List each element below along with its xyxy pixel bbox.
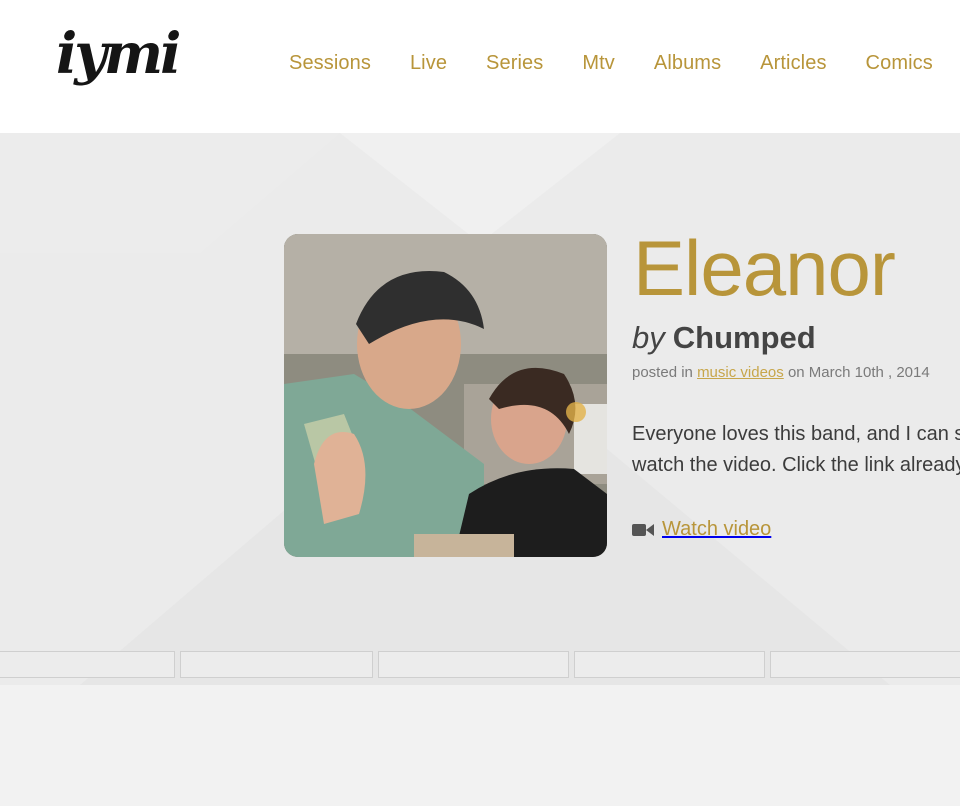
nav-item-series[interactable]: Series <box>486 52 543 75</box>
thumbnail-slot[interactable] <box>770 651 960 678</box>
nav-item-articles[interactable]: Articles <box>760 52 826 75</box>
nav-item-live[interactable]: Live <box>410 52 447 75</box>
thumbnail-slot[interactable] <box>180 651 373 678</box>
description-line: Everyone loves this band, and I can se <box>632 423 960 445</box>
post-title[interactable]: Eleanor <box>633 229 896 307</box>
nav-item-comics[interactable]: Comics <box>866 52 933 75</box>
post-meta: posted in music videos on March 10th , 2… <box>632 364 930 381</box>
thumbnail-strip <box>0 651 960 678</box>
site-logo[interactable]: iymi <box>56 26 181 82</box>
by-label: by <box>632 320 665 355</box>
main-nav: Sessions Live Series Mtv Albums Articles… <box>289 52 960 75</box>
nav-item-sessions[interactable]: Sessions <box>289 52 371 75</box>
site-header: iymi Sessions Live Series Mtv Albums Art… <box>0 0 960 133</box>
artist-name[interactable]: Chumped <box>673 320 816 355</box>
nav-item-albums[interactable]: Albums <box>654 52 721 75</box>
post-date: on March 10th , 2014 <box>787 364 930 381</box>
post-description: Everyone loves this band, and I can se w… <box>632 419 960 481</box>
category-link[interactable]: music videos <box>697 364 784 381</box>
thumbnail-slot[interactable] <box>574 651 765 678</box>
nav-item-mtv[interactable]: Mtv <box>582 52 615 75</box>
photo-illustration <box>284 234 607 557</box>
description-line: watch the video. Click the link already <box>632 454 960 476</box>
video-camera-icon <box>632 523 654 536</box>
thumbnail-slot[interactable] <box>0 651 175 678</box>
featured-hero: Eleanor by Chumped posted in music videos… <box>0 133 960 685</box>
post-thumbnail-image[interactable] <box>284 234 607 557</box>
watch-video-link[interactable]: Watch video <box>632 518 771 541</box>
watch-video-label: Watch video <box>662 518 772 540</box>
posted-in-label: posted in <box>632 364 693 381</box>
post-byline: by Chumped <box>632 320 816 356</box>
thumbnail-slot[interactable] <box>378 651 569 678</box>
